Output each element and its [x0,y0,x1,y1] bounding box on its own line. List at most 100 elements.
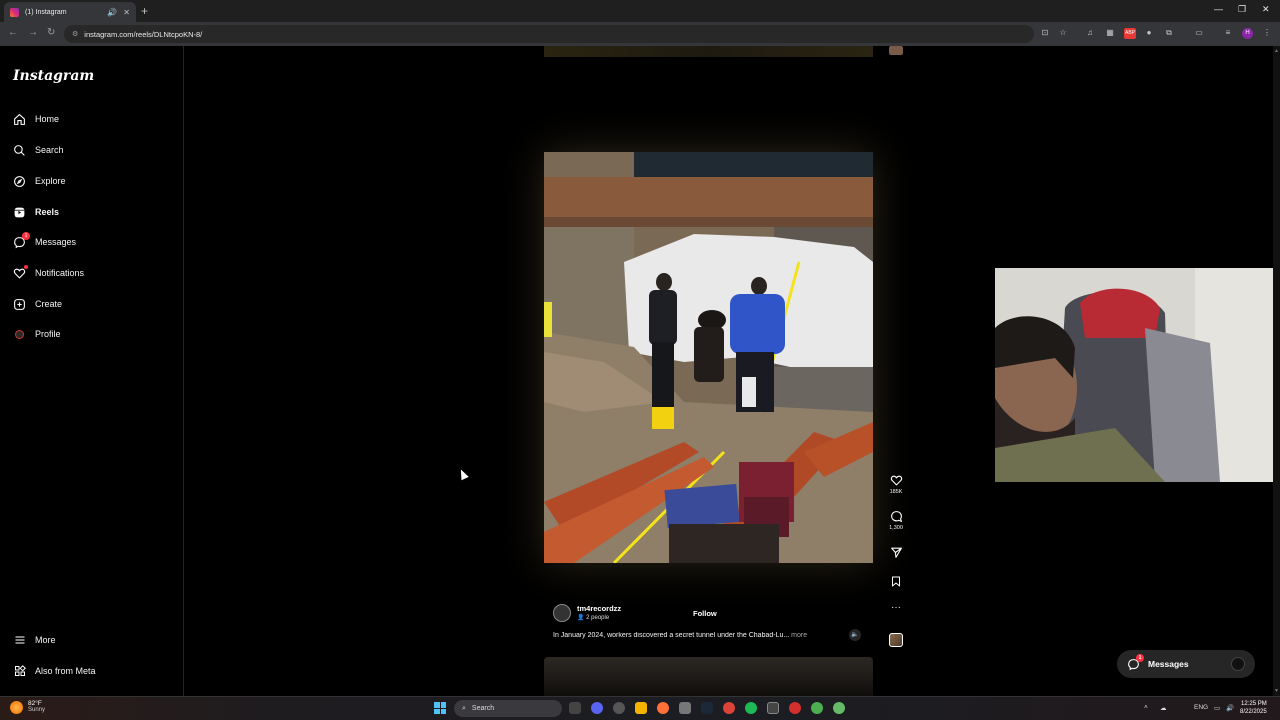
search-icon [12,143,27,158]
address-bar[interactable]: ⚙ instagram.com/reels/DLNtcpoKN-8/ [64,25,1034,43]
sidebar-item-search[interactable]: Search [12,139,64,161]
speaker-icon[interactable]: 🔊 [107,8,117,17]
sidebar-item-label: Create [35,299,63,309]
mute-button[interactable]: 🔈 [849,629,861,641]
follow-button[interactable]: Follow [693,609,717,618]
more-options-button[interactable]: ··· [885,602,907,613]
next-reel-edge[interactable] [544,657,873,696]
taskbar-clock[interactable]: 12:25 PM 8/22/2025 [1240,700,1267,716]
audio-thumbnail[interactable] [889,633,903,647]
extension-icon[interactable]: ▦ [1105,28,1115,39]
adblock-icon[interactable]: ABP [1124,28,1136,39]
sidebar-item-label: Also from Meta [35,666,96,676]
clock-time: 12:25 PM [1241,701,1267,707]
sidebar-item-create[interactable]: Create [12,293,62,315]
spotify-icon[interactable] [745,702,757,714]
bookmark-star-icon[interactable]: ☆ [1058,28,1068,39]
messages-badge: 1 [22,231,30,240]
caption-more-link[interactable]: more [791,632,807,639]
language-indicator[interactable]: ENG [1194,704,1208,711]
collaborators-label[interactable]: 👤 2 people [577,614,609,621]
chrome-profile-icon[interactable] [811,702,823,714]
maximize-icon[interactable]: ❐ [1238,4,1246,15]
minimize-icon[interactable]: — [1214,4,1223,14]
app-icon[interactable] [613,702,625,714]
chrome-icon[interactable] [723,702,735,714]
send-icon [890,547,902,558]
puzzle-extensions-icon[interactable]: ⧉ [1164,28,1174,39]
discord-icon[interactable] [591,702,603,714]
install-app-icon[interactable]: ⊡ [1040,28,1050,39]
previous-reel-audio-thumb[interactable] [889,46,903,55]
reload-icon[interactable]: ↻ [47,27,55,38]
sidebar-item-profile[interactable]: Profile [12,323,61,345]
scrollbar[interactable]: ▲ ▼ [1273,46,1280,696]
plus-square-icon [12,297,27,312]
like-button[interactable]: 185K [885,474,907,495]
clock-date: 8/22/2025 [1240,709,1267,715]
tab-close-icon[interactable]: ✕ [123,8,130,17]
heart-icon [12,264,28,281]
sidebar-item-also-from-meta[interactable]: Also from Meta [12,660,96,682]
new-tab-button[interactable]: + [141,4,148,18]
messages-floating-button[interactable]: 1 Messages [1117,650,1255,678]
sidebar-item-label: Search [35,145,64,155]
window-close-icon[interactable]: ✕ [1262,4,1270,15]
forward-icon[interactable]: → [28,27,38,38]
extension-drop-icon[interactable]: ● [1144,28,1154,39]
settings-icon[interactable] [679,702,691,714]
messenger-icon: 1 [1127,653,1144,671]
taskbar-search[interactable]: ⌕ Search [454,700,562,717]
comment-icon [890,511,902,523]
bookmark-icon [892,576,900,587]
share-button[interactable] [885,546,907,559]
save-button[interactable] [885,575,907,588]
reel-video[interactable] [544,152,873,563]
avatar [1231,657,1245,671]
weather-condition: Sunny [28,707,46,713]
chrome-profile-icon[interactable] [833,702,845,714]
steam-icon[interactable] [701,702,713,714]
volume-icon[interactable]: 🔊 [1226,704,1234,712]
scroll-down-icon[interactable]: ▼ [1274,688,1279,694]
previous-reel-edge[interactable] [544,46,873,57]
browser-tab[interactable]: (1) Instagram 🔊 ✕ [4,2,136,22]
browser-chrome: (1) Instagram 🔊 ✕ + — ❐ ✕ ← → ↻ ⚙ instag… [0,0,1280,46]
file-explorer-icon[interactable] [635,702,647,714]
sidebar-item-reels[interactable]: Reels [12,201,59,223]
avatar[interactable] [553,604,571,622]
comment-button[interactable]: 1,300 [885,510,907,531]
username[interactable]: tm4recordzz [577,604,621,613]
reel-caption: In January 2024, workers discovered a se… [553,632,843,639]
back-icon[interactable]: ← [8,27,18,38]
instagram-logo[interactable]: Instagram [13,68,94,84]
sidebar-item-explore[interactable]: Explore [12,170,66,192]
network-icon[interactable]: ▭ [1214,704,1220,712]
sidebar-item-messages[interactable]: 1 Messages [12,231,76,253]
messages-badge: 1 [1136,653,1144,662]
collaborators-count: 2 people [586,615,610,621]
onedrive-icon[interactable]: ☁ [1160,704,1167,712]
likes-count: 185K [889,489,903,495]
comments-count: 1,300 [889,525,903,531]
tray-overflow-icon[interactable]: ˄ [1144,704,1148,711]
site-info-icon[interactable]: ⚙ [72,30,78,38]
sidebar-item-home[interactable]: Home [12,108,59,130]
reading-list-icon[interactable]: ≡ [1223,28,1233,39]
app-icon[interactable] [789,702,801,714]
windows-start-icon[interactable] [434,702,446,714]
firefox-icon[interactable] [657,702,669,714]
sidebar-item-more[interactable]: More [12,629,56,651]
weather-temp: 82°F [28,700,42,707]
sidebar-item-label: Notifications [35,268,85,278]
scroll-up-icon[interactable]: ▲ [1274,48,1279,54]
split-view-icon[interactable]: ▭ [1194,28,1204,39]
avatar-icon [12,327,27,342]
sidebar-item-notifications[interactable]: Notifications [12,262,84,284]
task-view-icon[interactable] [569,702,581,714]
active-app-icon[interactable] [767,702,779,714]
media-control-icon[interactable]: ♫ [1085,28,1095,39]
browser-menu-icon[interactable]: ⋮ [1262,28,1272,39]
weather-widget[interactable]: 82°F Sunny [10,700,45,714]
profile-avatar-icon[interactable]: H [1242,28,1253,39]
